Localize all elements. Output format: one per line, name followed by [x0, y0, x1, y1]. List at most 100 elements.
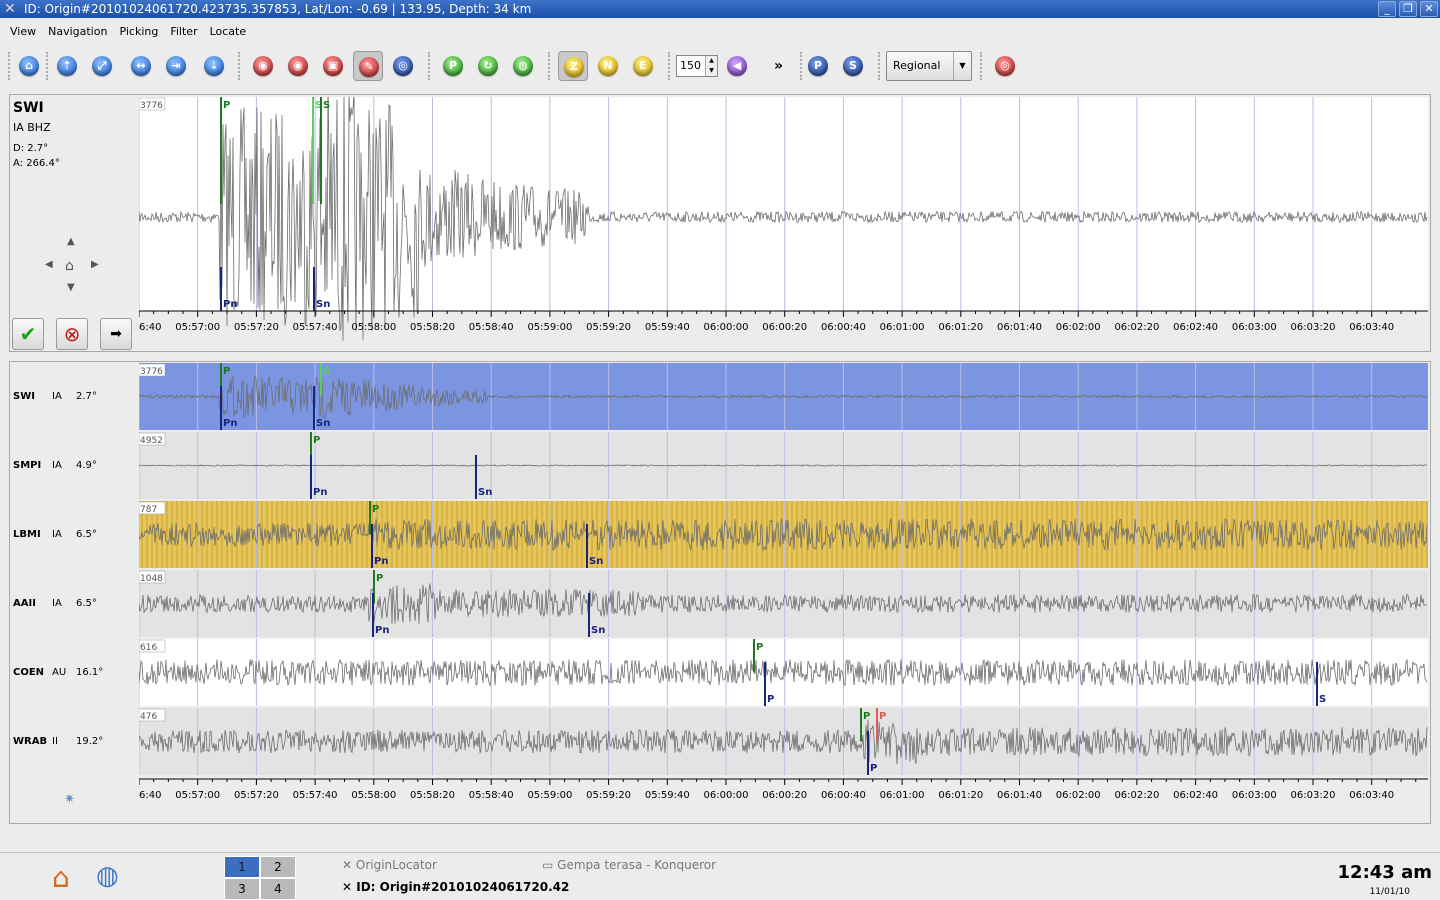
ruler-button[interactable]: ✎: [353, 51, 383, 81]
locate-button[interactable]: ◎: [990, 51, 1020, 81]
menu-picking[interactable]: Picking: [113, 22, 164, 42]
menu-locate[interactable]: Locate: [204, 22, 253, 42]
trace-distance: 19.2°: [76, 736, 104, 747]
trace-station-name[interactable]: LBMI: [13, 529, 41, 540]
pick-s-button[interactable]: S: [838, 51, 868, 81]
task-origin-window[interactable]: ✕ ID: Origin#20101024061720.42: [342, 880, 569, 894]
nav-right-icon[interactable]: ▶: [91, 259, 99, 270]
purple-tool-button[interactable]: ◀: [722, 51, 752, 81]
trace-station-name[interactable]: SWI: [13, 391, 35, 402]
x-app-icon[interactable]: ✕: [4, 1, 20, 17]
task-originlocator[interactable]: ✕ OriginLocator: [342, 858, 437, 872]
desktop-2[interactable]: 2: [260, 856, 296, 878]
show-all-components-button[interactable]: ◍: [508, 51, 538, 81]
network-globe-icon[interactable]: ◍: [96, 861, 119, 891]
spectrum-button[interactable]: ◎: [388, 51, 418, 81]
arrow-down-icon: ⇣: [204, 56, 224, 76]
menu-view[interactable]: View: [4, 22, 42, 42]
disk-button[interactable]: ▣: [318, 51, 348, 81]
amplitude-fit-button[interactable]: ⤢: [87, 51, 117, 81]
filter-button[interactable]: ◉: [248, 51, 278, 81]
home-button[interactable]: ⌂: [14, 51, 44, 81]
time-zoom-in-button[interactable]: ↔: [126, 51, 156, 81]
time-tick-label: 05:58:00: [351, 322, 396, 333]
toolbar-grip[interactable]: [8, 52, 12, 80]
ruler-icon: ✎: [359, 57, 379, 77]
phase-set-combo[interactable]: Regional ▼: [886, 51, 972, 81]
nav-up-icon[interactable]: ▲: [67, 236, 75, 247]
trace-station-name[interactable]: SMPI: [13, 460, 41, 471]
toolbar-grip[interactable]: [238, 52, 242, 80]
close-button[interactable]: ✕: [1420, 1, 1438, 17]
globe-icon: ◍: [513, 56, 533, 76]
toolbar-grip[interactable]: [668, 52, 672, 80]
reject-button[interactable]: ⊗: [56, 318, 88, 350]
time-tick-label: 05:57:20: [234, 322, 279, 333]
zoom-station-name: SWI: [13, 100, 44, 116]
menu-filter[interactable]: Filter: [164, 22, 203, 42]
toolbar-more-button[interactable]: »: [774, 58, 783, 74]
toolbar-grip[interactable]: [980, 52, 984, 80]
toolbar-grip[interactable]: [878, 52, 882, 80]
time-tick-label: 06:01:40: [997, 322, 1042, 333]
component-n-button[interactable]: N: [593, 51, 623, 81]
trace-coen-pick-label: P: [756, 642, 763, 653]
trace-smpi-pick-label: Pn: [313, 487, 327, 498]
refresh-icon: ↻: [478, 56, 498, 76]
settings-wheel-icon[interactable]: ✷: [64, 792, 75, 807]
trace-aaii-pick-label: Sn: [591, 625, 605, 636]
time-tick-label: 05:58:40: [469, 790, 514, 801]
trace-station-name[interactable]: COEN: [13, 667, 44, 678]
time-tick-label: 05:57:40: [293, 322, 338, 333]
time-end-button[interactable]: ⇥: [161, 51, 191, 81]
component-z-button[interactable]: Z: [558, 51, 588, 81]
scroll-up-button[interactable]: ⇡: [52, 51, 82, 81]
desktop-3[interactable]: 3: [224, 878, 260, 900]
spin-arrows-icon[interactable]: ▲ ▼: [705, 56, 717, 76]
pick-p-button[interactable]: P: [803, 51, 833, 81]
nav-left-icon[interactable]: ◀: [45, 259, 53, 270]
scroll-down-button[interactable]: ⇣: [199, 51, 229, 81]
trace-list-canvas[interactable]: P SPn Sn3776PPn Sn4952PPn Sn787PPn Sn1048PP S6…: [139, 363, 1428, 810]
maximize-button[interactable]: ❐: [1399, 1, 1417, 17]
trace-lbmi-pick-label: Sn: [589, 556, 603, 567]
nav-down-icon[interactable]: ▼: [67, 282, 75, 293]
time-tick-label: 06:03:00: [1232, 790, 1277, 801]
amplitude-label: 4952: [140, 436, 163, 446]
show-picks-button[interactable]: P: [438, 51, 468, 81]
time-tick-label: 06:01:20: [938, 790, 983, 801]
trace-network: AU: [52, 667, 67, 678]
trace-distance: 16.1°: [76, 667, 104, 678]
home-folder-icon[interactable]: ⌂: [52, 861, 70, 894]
menu-navigation[interactable]: Navigation: [42, 22, 113, 42]
zoom-trace-canvas[interactable]: PSSPnSn377605:56:4005:57:0005:57:2005:57…: [139, 97, 1428, 341]
filter-toggle-button[interactable]: ◉: [283, 51, 313, 81]
toolbar-grip[interactable]: [548, 52, 552, 80]
arrow-left-icon: ◀: [727, 56, 747, 76]
trace-station-name[interactable]: AAII: [13, 598, 36, 609]
time-tick-label: 06:03:40: [1349, 790, 1394, 801]
component-e-button[interactable]: E: [628, 51, 658, 81]
toolbar-grip[interactable]: [428, 52, 432, 80]
chevron-down-icon[interactable]: ▼: [953, 52, 971, 80]
clock: 12:43 am: [1337, 862, 1432, 883]
window-titlebar: ✕ ID: Origin#20101024061720.423735.35785…: [0, 0, 1440, 18]
desktop-1[interactable]: 1: [224, 856, 260, 878]
minimize-button[interactable]: _: [1378, 1, 1396, 17]
time-tick-label: 05:58:20: [410, 790, 455, 801]
zoom-station-channel: IA BHZ: [13, 121, 51, 134]
relocate-button[interactable]: ➡: [100, 318, 132, 350]
task-konqueror[interactable]: ▭ Gempa terasa - Konqueror: [542, 858, 716, 872]
time-tick-label: 06:03:00: [1232, 322, 1277, 333]
accept-button[interactable]: ✔: [12, 318, 44, 350]
pick-s-circle-icon: S: [843, 56, 863, 76]
toolbar-grip[interactable]: [46, 52, 50, 80]
nav-home-icon[interactable]: ⌂: [65, 258, 74, 274]
trace-network: IA: [52, 598, 62, 609]
pick-p-circle-icon: P: [808, 56, 828, 76]
desktop-4[interactable]: 4: [260, 878, 296, 900]
spin-box[interactable]: 150 ▲ ▼: [676, 55, 718, 77]
show-theoretical-button[interactable]: ↻: [473, 51, 503, 81]
zoom-pick-pn-label: Pn: [223, 299, 237, 310]
trace-station-name[interactable]: WRAB: [13, 736, 47, 747]
